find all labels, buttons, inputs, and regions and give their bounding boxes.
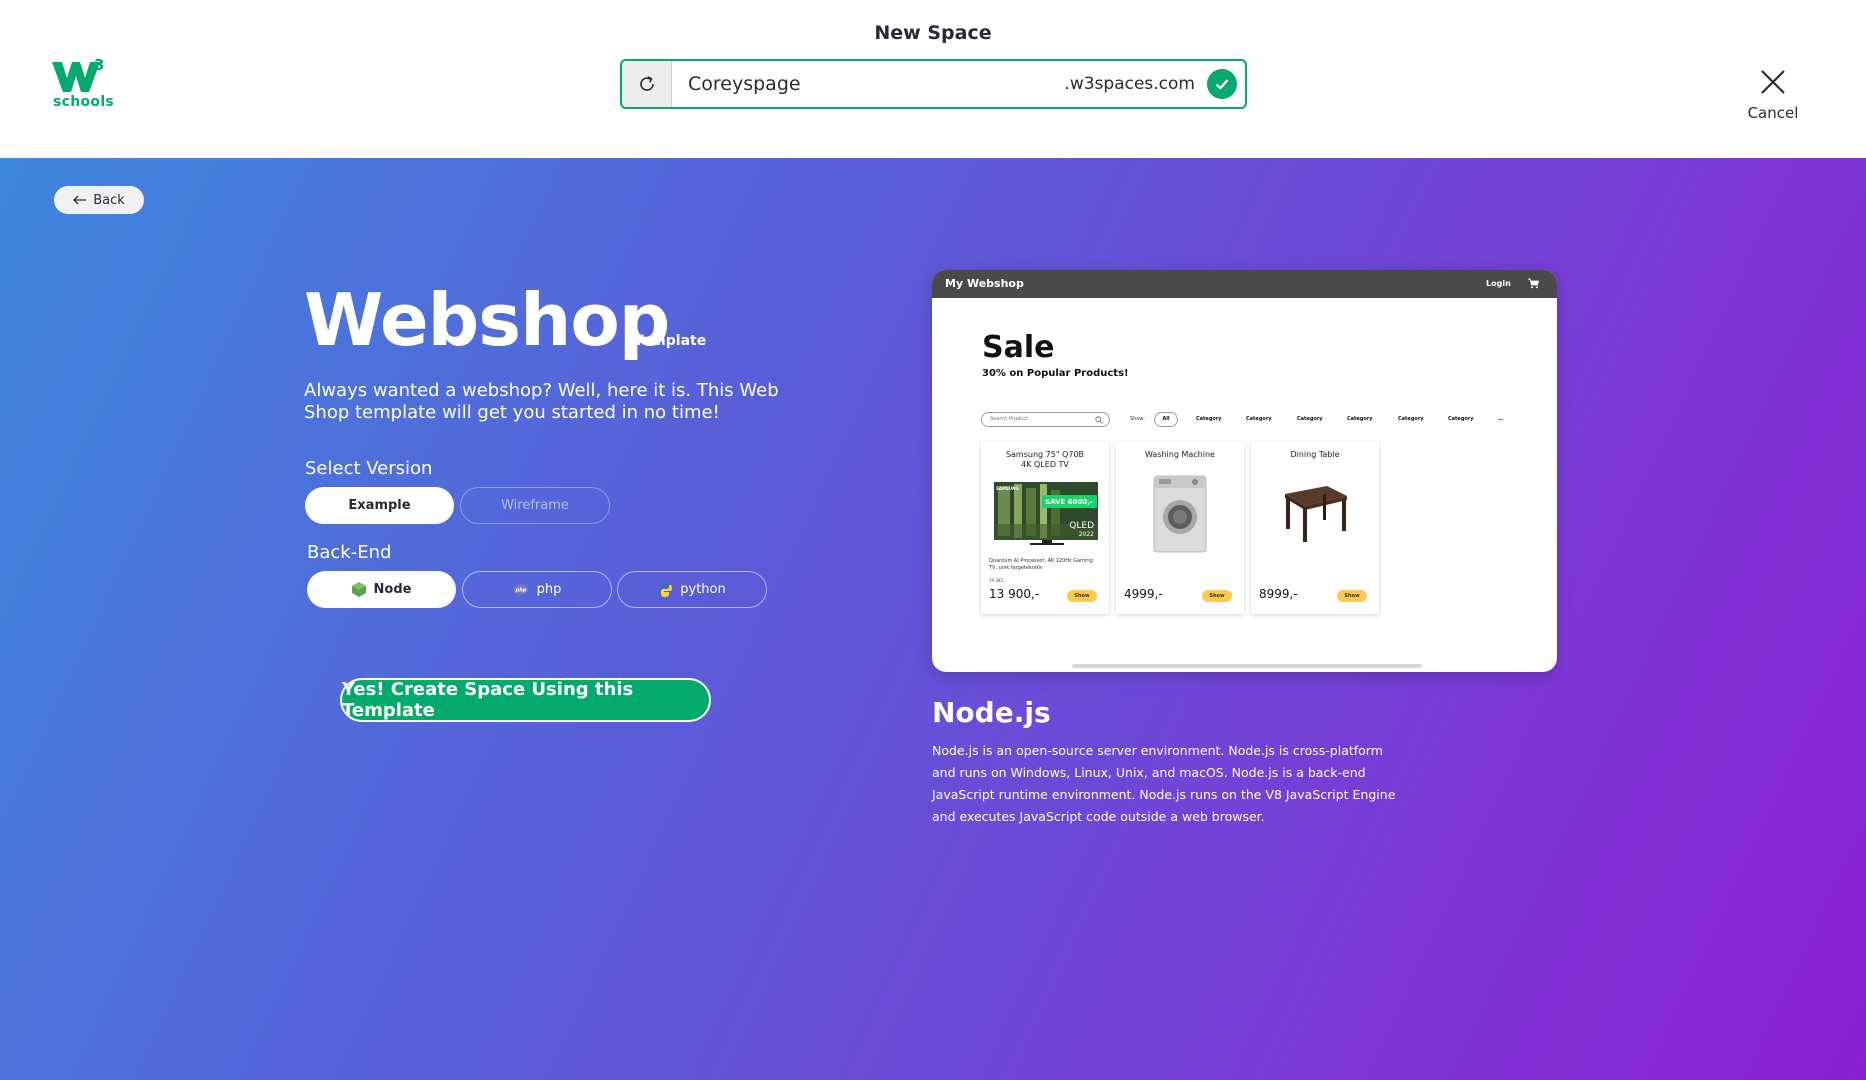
- tv-label: QLED: [1069, 521, 1094, 531]
- preview-product-card: Washing Machine 4999,- Show: [1116, 442, 1244, 614]
- backend-label: Back-End: [307, 542, 392, 563]
- url-suffix: .w3spaces.com: [1064, 74, 1195, 94]
- python-icon: [658, 582, 673, 597]
- nodejs-icon: [351, 582, 366, 597]
- check-circle-icon: [1207, 69, 1237, 99]
- cancel-label: Cancel: [1747, 104, 1799, 122]
- version-wireframe-button[interactable]: Wireframe: [460, 487, 610, 524]
- svg-text:php: php: [514, 588, 526, 594]
- preview-heading: Sale: [982, 330, 1055, 365]
- tv-badge: SAVE 6000,-: [1045, 498, 1093, 506]
- tv-brand: SAMSUNG: [996, 486, 1019, 491]
- preview-subheading: 30% on Popular Products!: [982, 368, 1129, 379]
- template-title: Webshop: [304, 278, 670, 362]
- product-price: 8999,-: [1259, 587, 1298, 601]
- backend-python-button[interactable]: python: [617, 571, 767, 608]
- refresh-icon: [639, 76, 654, 91]
- preview-category: Category: [1347, 416, 1373, 422]
- search-icon: [1095, 416, 1103, 424]
- tv-image: SAVE 6000,- SAMSUNG QLED 2022: [994, 482, 1098, 545]
- dining-table-image: [1285, 486, 1347, 542]
- backend-info-title: Node.js: [932, 696, 1051, 729]
- w3schools-logo[interactable]: 3 schools: [52, 56, 115, 112]
- preview-navbar: My Webshop Login: [932, 270, 1557, 298]
- close-icon: [1761, 70, 1785, 94]
- top-header: 3 schools New Space Coreyspage .w3spaces…: [0, 0, 1866, 158]
- tv-year: 2022: [1079, 531, 1094, 538]
- version-example-label: Example: [348, 498, 411, 513]
- back-button[interactable]: Back: [54, 186, 144, 214]
- cancel-button[interactable]: Cancel: [1743, 68, 1803, 122]
- backend-php-label: php: [536, 582, 562, 597]
- product-show-button: Show: [1202, 590, 1232, 602]
- select-version-label: Select Version: [305, 458, 433, 479]
- page-title: New Space: [874, 22, 992, 44]
- preview-category: Category: [1448, 416, 1474, 422]
- product-title: Dining Table: [1290, 450, 1340, 459]
- back-label: Back: [93, 192, 125, 208]
- backend-info-description: Node.js is an open-source server environ…: [932, 743, 1396, 824]
- backend-python-label: python: [680, 582, 726, 597]
- product-price: 13 900,-: [989, 587, 1040, 601]
- preview-category: Category: [1196, 416, 1222, 422]
- product-note: Quantum AI Processor, 4K 120Hz Gaming TV…: [989, 558, 1093, 571]
- w3schools-logo-mark: [52, 62, 100, 92]
- product-show-button: Show: [1337, 590, 1367, 602]
- template-suffix: Template: [634, 333, 707, 349]
- preview-show-label: Show:: [1130, 416, 1145, 422]
- washing-machine-image: [1153, 475, 1207, 553]
- product-price: 4999,-: [1124, 587, 1163, 601]
- preview-scrollbar[interactable]: [1072, 664, 1422, 668]
- backend-node-label: Node: [373, 582, 412, 597]
- preview-category: Category: [1246, 416, 1272, 422]
- space-name-input[interactable]: Coreyspage: [688, 73, 801, 95]
- product-title: Washing Machine: [1145, 450, 1215, 459]
- preview-filter-all: All: [1154, 412, 1178, 427]
- preview-product-card: Dining Table 8999,- Show: [1251, 442, 1379, 614]
- version-wireframe-label: Wireframe: [501, 498, 569, 513]
- arrow-left-icon: [73, 195, 87, 205]
- preview-category: Category: [1297, 416, 1323, 422]
- preview-search-placeholder: Search Product: [990, 416, 1029, 422]
- logo-superscript: 3: [94, 56, 105, 74]
- backend-php-button[interactable]: php php: [462, 571, 612, 608]
- cart-icon: [1528, 278, 1539, 289]
- refresh-button[interactable]: [622, 61, 672, 107]
- create-space-button[interactable]: Yes! Create Space Using this Template: [340, 678, 711, 722]
- logo-text: schools: [53, 94, 115, 110]
- preview-category: Category: [1398, 416, 1424, 422]
- preview-login: Login: [1486, 279, 1511, 288]
- preview-category: ...: [1498, 416, 1504, 422]
- product-show-button: Show: [1067, 590, 1097, 602]
- preview-product-card: Samsung 75" Q70B 4K QLED TV SAVE 6000,- …: [981, 442, 1109, 614]
- php-icon: php: [513, 584, 529, 595]
- product-old-price: 19 385,-: [989, 578, 1006, 583]
- preview-brand: My Webshop: [945, 277, 1024, 290]
- template-preview: My Webshop Login Sale 30% on Popular Pro…: [932, 270, 1557, 672]
- template-description: Always wanted a webshop? Well, here it i…: [304, 380, 779, 423]
- backend-node-button[interactable]: Node: [307, 571, 456, 608]
- product-title: Samsung 75" Q70B 4K QLED TV: [1005, 450, 1085, 469]
- space-url-field[interactable]: Coreyspage .w3spaces.com: [620, 59, 1247, 109]
- preview-search-input: Search Product: [981, 412, 1110, 427]
- main-panel: Back Webshop Template Always wanted a we…: [0, 158, 1866, 1080]
- version-example-button[interactable]: Example: [305, 487, 454, 524]
